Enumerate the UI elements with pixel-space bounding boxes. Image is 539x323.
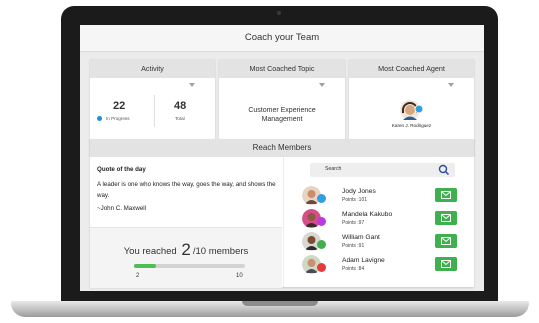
agent-name: Karen J. Rodriguez [391,123,432,128]
status-badge [317,263,326,272]
in-progress-count: 22 [113,100,126,112]
message-button[interactable] [435,234,457,248]
divider [154,95,155,127]
app-screen: Coach your Team Activity 22 In Progress … [80,25,484,291]
in-progress-label: In Progress [106,116,130,121]
message-button[interactable] [435,257,457,271]
camera-dot [277,11,281,15]
laptop-notch [242,301,318,306]
quote-author: ~John C. Maxwell [97,205,147,212]
quote-title: Quote of the day [97,166,146,173]
list-item: Adam Lavigne Points :84 [302,255,467,277]
list-item: Jody Jones Points :101 [302,186,467,208]
reached-prefix: You reached [123,246,177,257]
progress-max: 10 [236,273,243,279]
progress-min: 2 [136,273,140,279]
quote-panel: Quote of the day A leader is one who kno… [90,157,282,288]
reached-count: 2 [181,240,191,259]
topic-card-title: Most Coached Topic [219,59,345,78]
search-icon[interactable] [438,164,450,176]
status-badge [317,194,326,203]
chevron-down-icon[interactable] [189,83,195,87]
list-item: Mandela Kakubo Points :97 [302,209,467,231]
quote-text: A leader is one who knows the way, goes … [97,181,276,199]
member-name: Adam Lavigne [342,257,385,264]
topic-value: Customer Experience Management [248,107,316,123]
status-badge [317,217,326,226]
chevron-down-icon[interactable] [448,83,454,87]
in-progress-dot-icon [97,116,102,121]
member-points: Points :84 [342,266,365,272]
member-name: Mandela Kakubo [342,211,393,218]
reach-members-panel: Reach Members Quote of the day A leader … [90,139,475,288]
member-name: William Gant [342,234,380,241]
reach-members-title: Reach Members [90,139,474,157]
progress-bar-fill [134,264,157,268]
member-points: Points :97 [342,220,365,226]
total-count: 48 [174,100,187,112]
progress-bar [134,264,245,268]
agent-card-title: Most Coached Agent [349,59,474,78]
total-label: Total [175,116,185,121]
members-panel: Search Jody Jones Points :101 Mandela Ka… [283,157,475,287]
activity-card-title: Activity [90,59,215,78]
chevron-down-icon[interactable] [319,83,325,87]
agent-avatar [400,100,424,120]
message-button[interactable] [435,211,457,225]
status-badge [317,240,326,249]
member-points: Points :91 [342,243,365,249]
search-placeholder: Search [325,166,342,172]
message-button[interactable] [435,188,457,202]
reached-summary: You reached 2/10 members [90,240,282,260]
reached-suffix: /10 members [192,246,249,257]
laptop-base [11,301,529,317]
member-name: Jody Jones [342,188,376,195]
page-title: Coach your Team [80,25,484,52]
reach-progress-box: You reached 2/10 members 2 10 [90,227,282,288]
search-input[interactable]: Search [310,163,455,177]
list-item: William Gant Points :91 [302,232,467,254]
member-points: Points :101 [342,197,368,203]
